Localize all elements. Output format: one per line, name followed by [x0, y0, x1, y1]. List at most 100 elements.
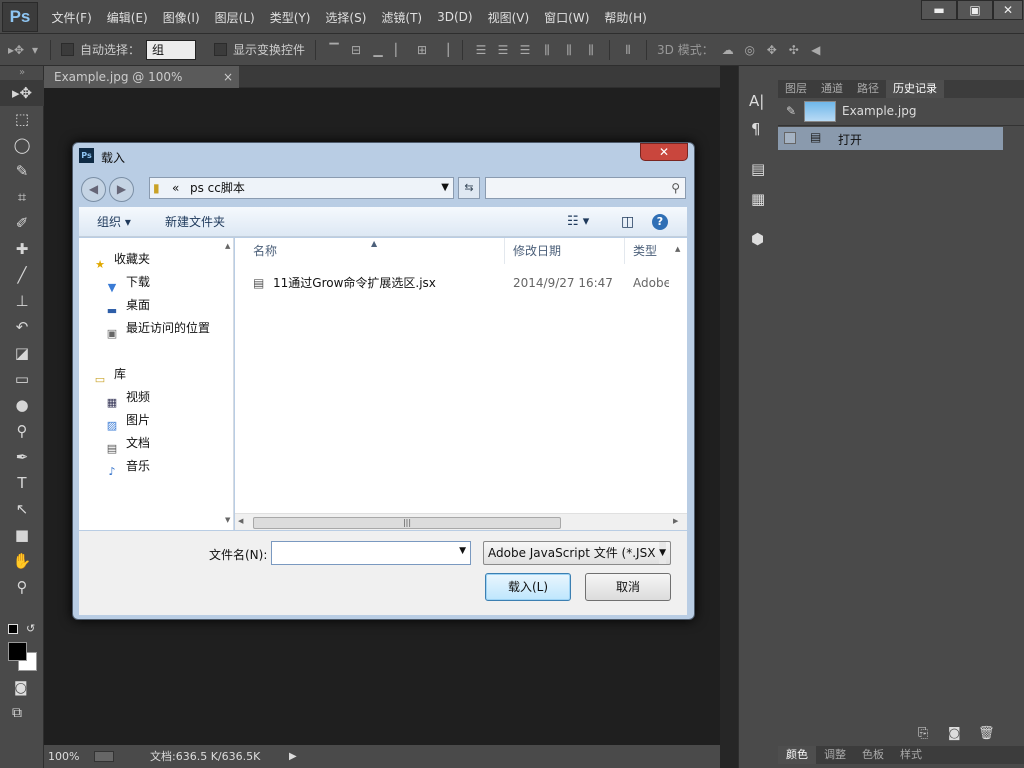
tab-channels[interactable]: 通道 [814, 80, 850, 98]
cancel-button[interactable]: 取消 [585, 573, 671, 601]
properties-panel-icon[interactable]: ▤ [751, 160, 765, 178]
menu-filter[interactable]: 滤镜(T) [374, 9, 430, 26]
help-icon[interactable]: ? [652, 214, 668, 230]
move-tool-icon[interactable]: ▸✥ [8, 42, 24, 58]
filetype-select[interactable]: Adobe JavaScript 文件 (*.JSX ▼ [483, 541, 671, 565]
shape-tool-icon[interactable]: ■ [0, 522, 44, 548]
healing-tool-icon[interactable]: ✚ [0, 236, 44, 262]
quick-select-tool-icon[interactable]: ✎ [0, 158, 44, 184]
load-button[interactable]: 载入(L) [485, 573, 571, 601]
minimize-button[interactable]: ▬ [921, 0, 957, 20]
distribute-hcenter-icon[interactable]: ⫼ [561, 42, 577, 58]
align-right-icon[interactable]: ▕ [436, 42, 452, 58]
tab-layers[interactable]: 图层 [778, 80, 814, 98]
close-button[interactable]: ✕ [993, 0, 1023, 20]
pen-tool-icon[interactable]: ✒ [0, 444, 44, 470]
menu-file[interactable]: 文件(F) [44, 9, 99, 26]
tab-color[interactable]: 颜色 [778, 746, 816, 764]
scroll-up-icon[interactable]: ▲ [225, 242, 230, 250]
organize-button[interactable]: 组织 ▾ [97, 207, 131, 237]
tab-adjustments[interactable]: 调整 [816, 746, 854, 764]
3d-drag-icon[interactable]: ✥ [764, 42, 780, 58]
new-folder-button[interactable]: 新建文件夹 [165, 207, 225, 237]
align-left-icon[interactable]: ▏ [392, 42, 408, 58]
close-tab-icon[interactable]: × [223, 66, 233, 88]
scroll-up-icon[interactable]: ▲ [675, 245, 680, 253]
column-header-name[interactable]: 名称 ▲ [235, 238, 505, 264]
menu-view[interactable]: 视图(V) [480, 9, 537, 26]
distribute-bottom-icon[interactable]: ☰ [517, 42, 533, 58]
filename-dropdown-icon[interactable]: ▼ [459, 546, 466, 556]
brush-tool-icon[interactable]: ╱ [0, 262, 44, 288]
back-button[interactable]: ◀ [81, 177, 106, 202]
path-box[interactable]: ▮ « ps cc脚本 ▼ [149, 177, 454, 199]
show-transform-checkbox[interactable] [214, 43, 228, 56]
align-hcenter-icon[interactable]: ⊞ [414, 42, 430, 58]
search-input[interactable]: ⚲ [485, 177, 686, 199]
blur-tool-icon[interactable]: ● [0, 392, 44, 418]
history-snapshot-row[interactable]: ✎ Example.jpg [778, 98, 1024, 126]
menu-window[interactable]: 窗口(W) [537, 9, 597, 26]
document-tab[interactable]: Example.jpg @ 100%(RGB/8#) × [44, 66, 239, 106]
lasso-tool-icon[interactable]: ◯ [0, 132, 44, 158]
column-header-date[interactable]: 修改日期 [505, 238, 625, 264]
distribute-left-icon[interactable]: ⫼ [539, 42, 555, 58]
eraser-tool-icon[interactable]: ◪ [0, 340, 44, 366]
status-menu-arrow-icon[interactable]: ▶ [289, 745, 297, 768]
tool-preset-dropdown-icon[interactable]: ▾ [30, 42, 40, 58]
distribute-vcenter-icon[interactable]: ☰ [495, 42, 511, 58]
history-brush-tool-icon[interactable]: ↶ [0, 314, 44, 340]
distribute-right-icon[interactable]: ⫼ [583, 42, 599, 58]
auto-select-checkbox[interactable] [61, 43, 74, 56]
menu-layer[interactable]: 图层(L) [207, 9, 262, 26]
zoom-level[interactable]: 100% [48, 745, 79, 768]
restore-button[interactable]: ▣ [957, 0, 993, 20]
path-dropdown-icon[interactable]: ▼ [441, 178, 449, 198]
auto-select-dropdown[interactable]: 组 [146, 39, 197, 60]
tab-swatches[interactable]: 色板 [854, 746, 892, 764]
gradient-tool-icon[interactable]: ▭ [0, 366, 44, 392]
menu-edit[interactable]: 编辑(E) [99, 9, 155, 26]
refresh-icon[interactable]: ⇆ [458, 177, 480, 199]
type-tool-icon[interactable]: T [0, 470, 44, 496]
move-tool-icon[interactable]: ▸✥ [0, 80, 44, 106]
file-row[interactable]: ▤ 11通过Grow命令扩展选区.jsx 2014/9/27 16:47 Ado… [245, 274, 685, 292]
character-panel-icon[interactable]: A| [749, 92, 764, 110]
dialog-close-button[interactable]: ✕ [640, 143, 688, 161]
3d-panel-icon[interactable]: ⬢ [751, 230, 764, 248]
3d-slide-icon[interactable]: ✣ [786, 42, 802, 58]
menu-3d[interactable]: 3D(D) [430, 10, 480, 24]
menu-type[interactable]: 类型(Y) [262, 9, 318, 26]
preview-pane-icon[interactable]: ◫ [621, 207, 634, 237]
swap-colors-icon[interactable]: ↺ [26, 622, 35, 635]
scroll-right-icon[interactable]: ▶ [673, 517, 678, 525]
trash-icon[interactable]: 🗑 [978, 726, 995, 741]
path-select-tool-icon[interactable]: ↖ [0, 496, 44, 522]
marquee-tool-icon[interactable]: ⬚ [0, 106, 44, 132]
notes-panel-icon[interactable]: ▦ [751, 190, 765, 208]
foreground-color-swatch[interactable] [8, 642, 27, 661]
align-vcenter-icon[interactable]: ⊟ [348, 42, 364, 58]
stamp-tool-icon[interactable]: ⊥ [0, 288, 44, 314]
tab-styles[interactable]: 样式 [892, 746, 930, 764]
dodge-tool-icon[interactable]: ⚲ [0, 418, 44, 444]
eyedropper-tool-icon[interactable]: ✐ [0, 210, 44, 236]
filename-input[interactable]: ▼ [271, 541, 471, 565]
crop-tool-icon[interactable]: ⌗ [0, 184, 44, 210]
snapshot-camera-icon[interactable]: ◙ [948, 726, 961, 741]
new-document-icon[interactable]: ⎘ [918, 726, 928, 741]
distribute-top-icon[interactable]: ☰ [473, 42, 489, 58]
view-options-icon[interactable]: ☷ ▾ [567, 207, 589, 237]
zoom-tool-icon[interactable]: ⚲ [0, 574, 44, 600]
history-item[interactable]: ▤ 打开 [778, 127, 1003, 150]
default-colors-icon[interactable] [8, 624, 18, 634]
scroll-left-icon[interactable]: ◀ [238, 517, 243, 525]
tab-paths[interactable]: 路径 [850, 80, 886, 98]
quick-mask-icon[interactable]: ◙ [14, 680, 28, 696]
auto-align-icon[interactable]: ⫴ [620, 42, 636, 58]
column-header-type[interactable]: 类型 [625, 238, 675, 264]
forward-button[interactable]: ▶ [109, 177, 134, 202]
3d-rotate-icon[interactable]: ☁ [720, 42, 736, 58]
scroll-thumb[interactable]: ||| [253, 517, 561, 529]
collapse-icon[interactable]: » [0, 66, 44, 80]
